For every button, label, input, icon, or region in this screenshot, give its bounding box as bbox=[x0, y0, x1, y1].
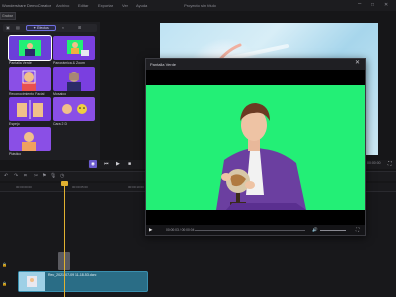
clip-name: Rec_2021-07-09 11-18-53.dcrc bbox=[48, 273, 97, 277]
step-back-icon[interactable]: ⏮ bbox=[104, 161, 109, 167]
record-tab[interactable]: Grabar bbox=[0, 12, 16, 20]
fullscreen-icon[interactable]: ⛶ bbox=[388, 161, 392, 167]
tab-efectos-label: Efectos bbox=[37, 26, 49, 30]
effect-tile-face-recognition[interactable] bbox=[9, 67, 51, 91]
minimize-icon[interactable]: – bbox=[358, 1, 361, 7]
project-title: Proyecto sin título bbox=[184, 3, 216, 8]
annotation-icon[interactable]: ▤ bbox=[16, 26, 20, 30]
split-icon[interactable]: ✂ bbox=[34, 173, 38, 179]
effect-tile-pan-zoom[interactable] bbox=[53, 36, 95, 60]
clip-thumbnail bbox=[19, 272, 45, 291]
track-lock-icon[interactable]: 🔒 bbox=[2, 262, 7, 267]
tile-label: Mosaico bbox=[53, 92, 67, 96]
close-icon[interactable]: ✕ bbox=[355, 60, 360, 66]
volume-icon[interactable]: 🔊 bbox=[312, 227, 318, 232]
volume-slider[interactable] bbox=[320, 229, 346, 231]
fullscreen-icon[interactable]: ⛶ bbox=[356, 227, 359, 232]
ruler-tick: 00:00:10:00 bbox=[128, 185, 144, 189]
title-bar: Wondershare DemoCreator Archivo Editar E… bbox=[0, 0, 396, 11]
mosaic-thumb-icon bbox=[67, 72, 81, 91]
plastic-thumb-icon bbox=[22, 132, 36, 151]
play-icon[interactable]: ▶ bbox=[116, 161, 120, 167]
playhead[interactable] bbox=[64, 181, 65, 297]
window-title: Pantalla Verde bbox=[150, 62, 177, 67]
menu-ayuda[interactable]: Ayuda bbox=[136, 3, 147, 8]
2d-face-thumb-icon bbox=[62, 104, 87, 114]
player-time: 00:00:03 / 00:00:04 bbox=[166, 227, 195, 232]
undo-icon[interactable]: ↶ bbox=[4, 173, 8, 179]
effect-tile-mirror[interactable] bbox=[9, 97, 51, 121]
track-lock-icon[interactable]: 🔒 bbox=[2, 281, 7, 286]
stop-icon[interactable]: ■ bbox=[128, 161, 131, 167]
tile-label: Pantalla Verde bbox=[9, 61, 32, 65]
effect-tile-mosaic[interactable] bbox=[53, 67, 95, 91]
menu-editar[interactable]: Editar bbox=[78, 3, 88, 8]
media-icon[interactable]: ▣ bbox=[6, 26, 10, 30]
tile-label: Reconocimiento Facial bbox=[9, 92, 45, 96]
redo-icon[interactable]: ↷ bbox=[14, 173, 18, 179]
tile-label: Panorámica & Zoom bbox=[53, 61, 85, 65]
screenshot-button[interactable]: ◉ bbox=[89, 160, 97, 168]
marker-icon[interactable]: ⚑ bbox=[42, 173, 46, 179]
ruler-tick: 00:00:05:00 bbox=[72, 185, 88, 189]
sticker-icon[interactable]: ⊞ bbox=[78, 26, 81, 30]
presenter-figure-icon bbox=[216, 103, 306, 210]
tile-label: Plástico bbox=[9, 152, 22, 156]
green-screen-thumb-icon bbox=[19, 40, 41, 56]
clip-thumb-icon bbox=[27, 276, 37, 287]
face-recognition-thumb-icon bbox=[22, 70, 36, 91]
effect-tile-green-screen[interactable] bbox=[8, 35, 52, 61]
effect-tile-plastic[interactable] bbox=[9, 127, 51, 151]
green-screen-video bbox=[146, 85, 365, 210]
tile-label: Espejo bbox=[9, 122, 20, 126]
tab-efectos[interactable]: ✦ Efectos bbox=[26, 25, 56, 31]
crop-icon[interactable]: ⌗ bbox=[24, 173, 27, 179]
effect-tile-2d-face[interactable] bbox=[53, 97, 95, 121]
close-app-icon[interactable]: ✕ bbox=[384, 2, 388, 8]
preview-time: 00:00:00 bbox=[367, 161, 381, 165]
app-title: Wondershare DemoCreator bbox=[2, 3, 52, 8]
maximize-icon[interactable]: □ bbox=[371, 2, 374, 8]
mic-icon[interactable]: 🎙 bbox=[50, 173, 56, 179]
speed-icon[interactable]: ◷ bbox=[60, 173, 64, 179]
menu-exportar[interactable]: Exportar bbox=[98, 3, 113, 8]
ruler-tick: 00:00:00:00 bbox=[16, 185, 32, 189]
tile-label: Cara 2 D bbox=[53, 122, 68, 126]
play-icon[interactable]: ▶ bbox=[149, 227, 152, 232]
mirror-thumb-icon bbox=[17, 100, 43, 119]
menu-archivo[interactable]: Archivo bbox=[56, 3, 69, 8]
menu-ver[interactable]: Ver bbox=[122, 3, 128, 8]
pan-zoom-thumb-icon bbox=[67, 40, 89, 56]
transition-icon[interactable]: ◐ bbox=[62, 26, 64, 30]
seek-bar[interactable] bbox=[195, 229, 305, 231]
